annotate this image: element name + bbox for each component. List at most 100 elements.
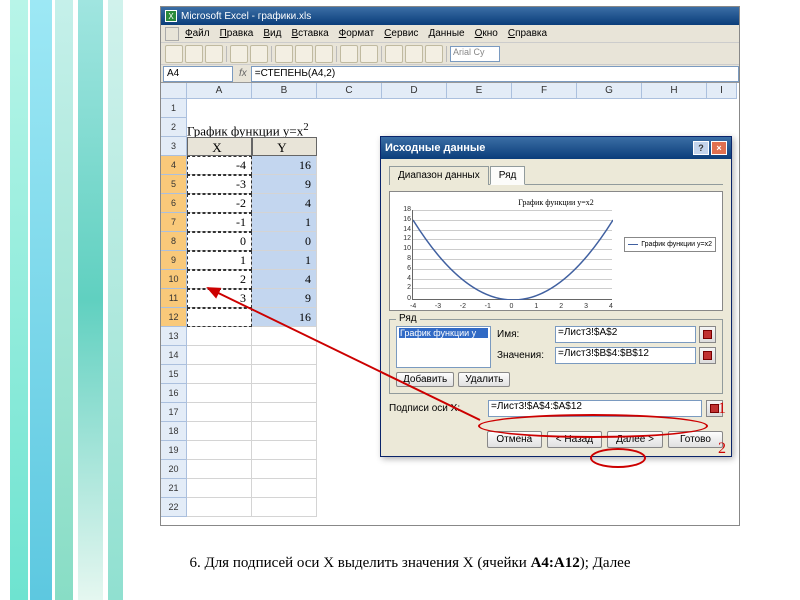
tb-preview-icon[interactable]: [250, 45, 268, 63]
row-1[interactable]: 1: [161, 99, 187, 118]
tab-series[interactable]: Ряд: [490, 166, 526, 185]
name-box[interactable]: A4: [163, 66, 233, 82]
row-7[interactable]: 7: [161, 213, 187, 232]
cell-B5[interactable]: 9: [252, 175, 317, 194]
delete-series-button[interactable]: Удалить: [458, 372, 510, 387]
tb-print-icon[interactable]: [230, 45, 248, 63]
cell-B4[interactable]: 16: [252, 156, 317, 175]
menu-data[interactable]: Данные: [424, 27, 468, 40]
col-E[interactable]: E: [447, 83, 512, 99]
row-2[interactable]: 2: [161, 118, 187, 137]
tb-cut-icon[interactable]: [275, 45, 293, 63]
tb-open-icon[interactable]: [185, 45, 203, 63]
tb-sum-icon[interactable]: [385, 45, 403, 63]
cell-title[interactable]: График функции y=x2: [187, 118, 317, 137]
fx-icon[interactable]: fx: [239, 68, 247, 79]
row-13[interactable]: 13: [161, 327, 187, 346]
row-6[interactable]: 6: [161, 194, 187, 213]
row-16[interactable]: 16: [161, 384, 187, 403]
row-4[interactable]: 4: [161, 156, 187, 175]
row-15[interactable]: 15: [161, 365, 187, 384]
col-G[interactable]: G: [577, 83, 642, 99]
name-input[interactable]: =Лист3!$A$2: [555, 326, 696, 343]
row-22[interactable]: 22: [161, 498, 187, 517]
cell-A9[interactable]: 1: [187, 251, 252, 270]
cell-A7[interactable]: -1: [187, 213, 252, 232]
cell-B10[interactable]: 4: [252, 270, 317, 289]
tb-chart-icon[interactable]: [425, 45, 443, 63]
menu-insert[interactable]: Вставка: [287, 27, 332, 40]
tb-undo-icon[interactable]: [340, 45, 358, 63]
app-menu-icon[interactable]: [165, 27, 179, 41]
cell-A8[interactable]: 0: [187, 232, 252, 251]
tb-redo-icon[interactable]: [360, 45, 378, 63]
series-listbox[interactable]: График функции y: [396, 326, 491, 368]
col-F[interactable]: F: [512, 83, 577, 99]
cell-A12[interactable]: [187, 308, 252, 327]
col-A[interactable]: A: [187, 83, 252, 99]
formula-input[interactable]: =СТЕПЕНЬ(A4,2): [251, 66, 739, 82]
menu-window[interactable]: Окно: [471, 27, 502, 40]
select-all-corner[interactable]: [161, 83, 187, 99]
row-19[interactable]: 19: [161, 441, 187, 460]
row-12[interactable]: 12: [161, 308, 187, 327]
name-ref-icon[interactable]: [699, 326, 716, 343]
tb-new-icon[interactable]: [165, 45, 183, 63]
tb-paste-icon[interactable]: [315, 45, 333, 63]
cell-B12[interactable]: 16: [252, 308, 317, 327]
help-icon[interactable]: ?: [693, 141, 709, 155]
col-I[interactable]: I: [707, 83, 737, 99]
row-3[interactable]: 3: [161, 137, 187, 156]
row-11[interactable]: 11: [161, 289, 187, 308]
menu-edit[interactable]: Правка: [216, 27, 258, 40]
cell-A11[interactable]: 3: [187, 289, 252, 308]
cell-hy[interactable]: Y: [252, 137, 317, 156]
cell-B11[interactable]: 9: [252, 289, 317, 308]
cell-A6[interactable]: -2: [187, 194, 252, 213]
tb-copy-icon[interactable]: [295, 45, 313, 63]
cell-B9[interactable]: 1: [252, 251, 317, 270]
add-series-button[interactable]: Добавить: [396, 372, 454, 387]
next-button[interactable]: Далее >: [607, 431, 663, 448]
tb-save-icon[interactable]: [205, 45, 223, 63]
cell-A5[interactable]: -3: [187, 175, 252, 194]
col-H[interactable]: H: [642, 83, 707, 99]
cell-B6[interactable]: 4: [252, 194, 317, 213]
col-D[interactable]: D: [382, 83, 447, 99]
menu-file[interactable]: Файл: [181, 27, 214, 40]
row-14[interactable]: 14: [161, 346, 187, 365]
chart-preview-title: График функции y=x2: [396, 198, 716, 207]
col-B[interactable]: B: [252, 83, 317, 99]
dialog-titlebar[interactable]: Исходные данные ? ×: [381, 137, 731, 159]
values-input[interactable]: =Лист3!$B$4:$B$12: [555, 347, 696, 364]
chart-legend: График функции y=x2: [624, 237, 716, 252]
finish-button[interactable]: Готово: [668, 431, 723, 448]
row-18[interactable]: 18: [161, 422, 187, 441]
dialog-title-text: Исходные данные: [385, 142, 485, 154]
cell-B7[interactable]: 1: [252, 213, 317, 232]
row-9[interactable]: 9: [161, 251, 187, 270]
cell-A10[interactable]: 2: [187, 270, 252, 289]
close-icon[interactable]: ×: [711, 141, 727, 155]
menu-tools[interactable]: Сервис: [380, 27, 422, 40]
values-ref-icon[interactable]: [699, 347, 716, 364]
menu-format[interactable]: Формат: [335, 27, 379, 40]
row-5[interactable]: 5: [161, 175, 187, 194]
cell-hx[interactable]: X: [187, 137, 252, 156]
tb-sort-icon[interactable]: [405, 45, 423, 63]
tab-range[interactable]: Диапазон данных: [389, 166, 489, 185]
xaxis-input[interactable]: =Лист3!$A$4:$A$12: [488, 400, 702, 417]
cell-B8[interactable]: 0: [252, 232, 317, 251]
row-10[interactable]: 10: [161, 270, 187, 289]
font-combo[interactable]: Arial Cy: [450, 46, 500, 62]
cancel-button[interactable]: Отмена: [487, 431, 542, 448]
col-C[interactable]: C: [317, 83, 382, 99]
menu-help[interactable]: Справка: [504, 27, 551, 40]
cell-A4[interactable]: -4: [187, 156, 252, 175]
row-8[interactable]: 8: [161, 232, 187, 251]
menu-view[interactable]: Вид: [259, 27, 285, 40]
row-20[interactable]: 20: [161, 460, 187, 479]
row-17[interactable]: 17: [161, 403, 187, 422]
row-21[interactable]: 21: [161, 479, 187, 498]
back-button[interactable]: < Назад: [547, 431, 602, 448]
